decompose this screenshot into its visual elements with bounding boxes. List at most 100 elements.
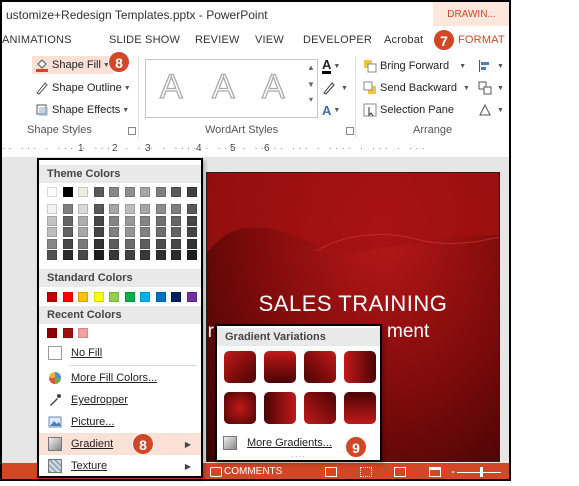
color-swatch[interactable]: [155, 238, 166, 249]
comments-icon[interactable]: [210, 467, 222, 477]
color-swatch[interactable]: [78, 187, 88, 197]
wordart-style-2[interactable]: A: [211, 67, 235, 107]
scroll-down-icon[interactable]: ▼: [305, 80, 317, 89]
color-swatch[interactable]: [124, 227, 135, 237]
color-swatch[interactable]: [109, 227, 119, 237]
tab-acrobat[interactable]: Acrobat: [384, 34, 423, 46]
color-swatch[interactable]: [93, 204, 104, 214]
picture-item[interactable]: Picture...: [39, 411, 201, 433]
color-swatch[interactable]: [62, 238, 73, 249]
color-swatch[interactable]: [124, 215, 135, 226]
color-swatch[interactable]: [124, 187, 135, 197]
color-swatch[interactable]: [47, 227, 57, 237]
normal-view-icon[interactable]: [325, 467, 337, 477]
color-swatch[interactable]: [93, 215, 104, 226]
gradient-variation-swatch[interactable]: [264, 392, 296, 424]
tab-format[interactable]: FORMAT: [458, 34, 505, 46]
gradient-variation-swatch[interactable]: [344, 392, 376, 424]
color-swatch[interactable]: [140, 204, 150, 214]
color-swatch[interactable]: [47, 250, 57, 260]
color-swatch[interactable]: [78, 227, 88, 237]
gradient-item[interactable]: Gradient ▶: [39, 433, 201, 455]
shape-fill-button[interactable]: Shape Fill ▼: [32, 56, 113, 74]
texture-item[interactable]: Texture ▶: [39, 455, 201, 477]
tab-review[interactable]: REVIEW: [195, 34, 240, 46]
gallery-more-icon[interactable]: ▾: [305, 95, 317, 104]
gradient-variation-swatch[interactable]: [344, 351, 376, 383]
slide-show-icon[interactable]: [429, 467, 441, 477]
wordart-style-1[interactable]: A: [159, 67, 183, 107]
dialog-launcher-icon[interactable]: [128, 127, 136, 135]
color-swatch[interactable]: [124, 238, 135, 249]
color-swatch[interactable]: [93, 187, 104, 197]
color-swatch[interactable]: [186, 215, 197, 226]
color-swatch[interactable]: [186, 187, 197, 197]
color-swatch[interactable]: [62, 227, 73, 237]
wordart-gallery-scroll[interactable]: ▲ ▼ ▾: [305, 59, 318, 118]
color-swatch[interactable]: [155, 215, 166, 226]
color-swatch[interactable]: [171, 187, 181, 197]
color-swatch[interactable]: [155, 250, 166, 260]
scroll-up-icon[interactable]: ▲: [305, 63, 317, 72]
gradient-variation-swatch[interactable]: [304, 392, 336, 424]
send-backward-button[interactable]: Send Backward ▼: [363, 79, 470, 97]
color-swatch[interactable]: [109, 187, 119, 197]
slide-sorter-icon[interactable]: [360, 467, 372, 477]
color-swatch[interactable]: [186, 227, 197, 237]
color-swatch[interactable]: [155, 227, 166, 237]
color-swatch[interactable]: [62, 204, 73, 214]
reading-view-icon[interactable]: [394, 467, 406, 477]
tab-view[interactable]: VIEW: [255, 34, 284, 46]
color-swatch[interactable]: [62, 215, 73, 226]
text-fill-button[interactable]: A ▼: [322, 57, 340, 75]
align-button[interactable]: ▼: [478, 57, 504, 75]
color-swatch[interactable]: [78, 292, 88, 302]
tab-slide-show[interactable]: SLIDE SHOW: [109, 34, 180, 46]
color-swatch[interactable]: [109, 292, 119, 302]
zoom-slider-thumb[interactable]: [480, 467, 483, 477]
color-swatch[interactable]: [62, 328, 73, 338]
color-swatch[interactable]: [78, 204, 88, 214]
color-swatch[interactable]: [47, 328, 57, 338]
gradient-variation-swatch[interactable]: [264, 351, 296, 383]
wordart-styles-gallery[interactable]: A A A: [145, 59, 307, 118]
slide-title[interactable]: SALES TRAINING: [207, 291, 499, 317]
color-swatch[interactable]: [93, 238, 104, 249]
rotate-button[interactable]: ▼: [478, 101, 504, 119]
more-fill-colors-item[interactable]: More Fill Colors...: [39, 367, 201, 389]
comments-button[interactable]: COMMENTS: [224, 466, 282, 477]
color-swatch[interactable]: [140, 238, 150, 249]
color-swatch[interactable]: [140, 250, 150, 260]
color-swatch[interactable]: [171, 238, 181, 249]
color-swatch[interactable]: [124, 204, 135, 214]
color-swatch[interactable]: [171, 204, 181, 214]
shape-outline-button[interactable]: Shape Outline ▼: [35, 79, 131, 97]
shape-effects-button[interactable]: Shape Effects ▼: [35, 101, 129, 119]
color-swatch[interactable]: [140, 227, 150, 237]
color-swatch[interactable]: [78, 238, 88, 249]
zoom-slider[interactable]: [457, 472, 501, 473]
color-swatch[interactable]: [47, 215, 57, 226]
selection-pane-button[interactable]: Selection Pane: [363, 101, 454, 119]
color-swatch[interactable]: [140, 292, 150, 302]
color-swatch[interactable]: [171, 250, 181, 260]
gradient-variation-swatch[interactable]: [304, 351, 336, 383]
color-swatch[interactable]: [78, 250, 88, 260]
color-swatch[interactable]: [62, 292, 73, 302]
bring-forward-button[interactable]: Bring Forward ▼: [363, 57, 466, 75]
color-swatch[interactable]: [155, 187, 166, 197]
color-swatch[interactable]: [186, 292, 197, 302]
color-swatch[interactable]: [186, 238, 197, 249]
color-swatch[interactable]: [171, 292, 181, 302]
tab-animations[interactable]: ANIMATIONS: [2, 34, 72, 46]
eyedropper-item[interactable]: Eyedropper: [39, 389, 201, 411]
color-swatch[interactable]: [171, 215, 181, 226]
dialog-launcher-icon[interactable]: [346, 127, 354, 135]
color-swatch[interactable]: [93, 250, 104, 260]
color-swatch[interactable]: [78, 215, 88, 226]
zoom-out-icon[interactable]: -: [451, 464, 455, 478]
color-swatch[interactable]: [186, 204, 197, 214]
color-swatch[interactable]: [140, 215, 150, 226]
color-swatch[interactable]: [124, 250, 135, 260]
color-swatch[interactable]: [109, 204, 119, 214]
